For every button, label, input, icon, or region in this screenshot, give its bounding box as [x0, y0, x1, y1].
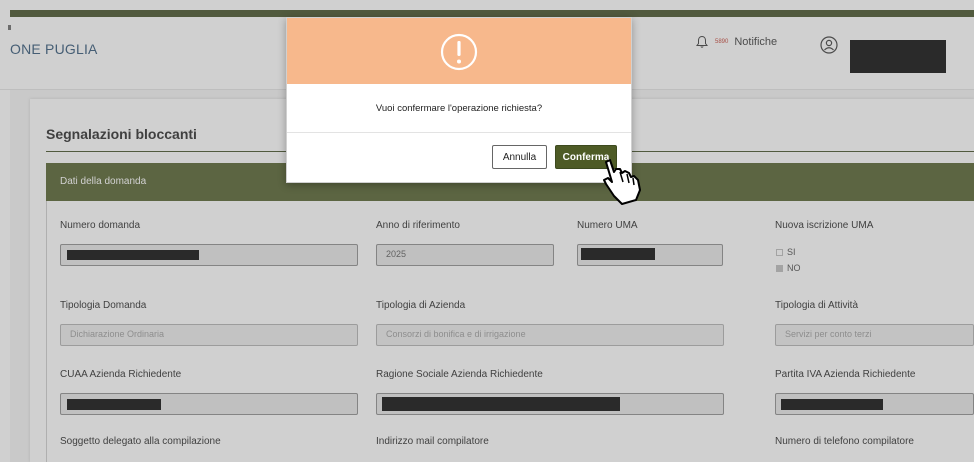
- cancel-button[interactable]: Annulla: [492, 145, 547, 169]
- dialog-message: Vuoi confermare l'operazione richiesta?: [375, 103, 543, 114]
- dialog-divider: [287, 132, 631, 133]
- confirm-dialog: Vuoi confermare l'operazione richiesta? …: [286, 17, 632, 183]
- exclamation-icon: [440, 33, 478, 71]
- hand-pointer-icon: [603, 159, 641, 205]
